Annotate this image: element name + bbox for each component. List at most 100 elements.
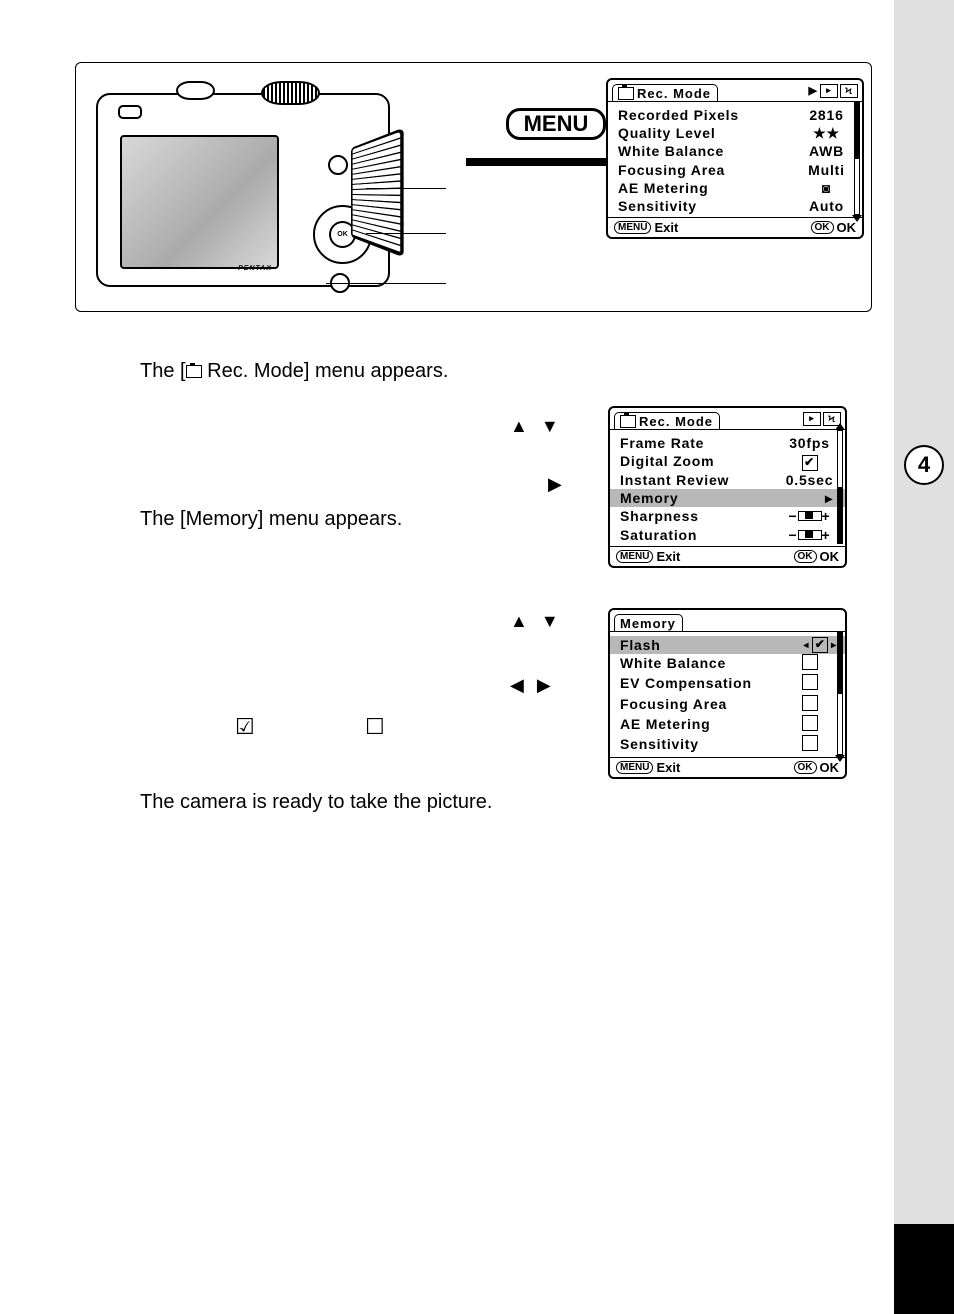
page-bottom-tab (894, 1224, 954, 1314)
lcd2-row5-label: Saturation (620, 526, 782, 544)
lcd3-tab: Memory (614, 614, 683, 631)
lcd3-header: Memory (610, 610, 845, 632)
callout-line-2 (366, 233, 446, 234)
lcd3-footer: MENU Exit OK OK (610, 757, 845, 777)
lcd1-row2-label: White Balance (618, 142, 799, 160)
lcd1-row5-label: Sensitivity (618, 197, 799, 215)
lcd1-exit-label: Exit (654, 220, 678, 235)
camera-icon (618, 87, 634, 100)
camera-body: PENTAX OK (96, 93, 390, 287)
box-icon (802, 735, 818, 751)
lcd2-row3-label: Memory (620, 489, 778, 507)
lcd-screen-1: Rec. Mode ▶ ▸ Ϟ Recorded Pixels2816 Qual… (606, 78, 864, 239)
up-down-arrows-2: ▲ ▼ (510, 611, 563, 632)
check-icon: ✔ (802, 455, 818, 471)
lcd2-menu-btn: MENU (616, 550, 653, 563)
top-illustration-box: PENTAX OK MENU Rec. Mode ▶ ▸ Ϟ (75, 62, 872, 312)
lcd1-row4-val: ◙ (799, 179, 854, 197)
play-icon: ▸ (820, 84, 838, 98)
text-line-1: The [ Rec. Mode] menu appears. (140, 356, 448, 386)
lcd2-row5-val: −+ (782, 526, 837, 544)
lcd3-row5-val (782, 735, 837, 755)
lcd1-row4-label: AE Metering (618, 179, 799, 197)
camera-small-button (118, 105, 142, 119)
lcd3-exit-label: Exit (656, 760, 680, 775)
camera-icon (620, 415, 636, 428)
lcd1-row3-val: Multi (799, 161, 854, 179)
lcd2-exit-label: Exit (656, 549, 680, 564)
lcd2-row1-label: Digital Zoom (620, 452, 782, 471)
lcd2-row4-label: Sharpness (620, 507, 782, 525)
lcd3-row5-label: Sensitivity (620, 735, 782, 755)
lcd2-row4-val: −+ (782, 507, 837, 525)
lcd3-row3-val (782, 695, 837, 715)
lcd3-row3-label: Focusing Area (620, 695, 782, 715)
setup-icon: Ϟ (840, 84, 858, 98)
lcd2-row0-val: 30fps (782, 434, 837, 452)
lcd1-footer: MENU Exit OK OK (608, 217, 862, 237)
lcd3-scrollbar (837, 632, 843, 755)
menu-button-graphic: MENU (506, 108, 606, 140)
lcd-screen-3: Memory Flash◂✔▸ White Balance EV Compens… (608, 608, 847, 779)
lcd3-row2-label: EV Compensation (620, 674, 782, 694)
lcd2-row2-label: Instant Review (620, 471, 782, 489)
callout-line-3 (326, 283, 446, 284)
text-line-2: The [Memory] menu appears. (140, 504, 402, 534)
slider-icon: −+ (789, 507, 831, 525)
inline-unchecked-icon: ☐ (365, 710, 385, 743)
lcd3-body: Flash◂✔▸ White Balance EV Compensation F… (610, 632, 845, 757)
box-icon (802, 695, 818, 711)
lcd1-row1-label: Quality Level (618, 124, 799, 142)
lcd1-ok-label: OK (837, 220, 857, 235)
arrow-right-icon (466, 158, 616, 166)
lcd1-tab: Rec. Mode (612, 84, 718, 101)
box-icon (802, 654, 818, 670)
camera-sketch: PENTAX OK (86, 73, 406, 293)
lcd1-tab-icons: ▶ ▸ Ϟ (809, 84, 858, 98)
play-icon: ▸ (803, 412, 821, 426)
lcd2-row3-val: ▸ (778, 489, 837, 507)
lcd1-row1-val: ★★ (799, 124, 854, 142)
lcd1-body: Recorded Pixels2816 Quality Level★★ Whit… (608, 102, 862, 217)
lcd2-scrollbar (837, 430, 843, 544)
camera-icon-inline (186, 365, 202, 378)
lcd3-ok-label: OK (820, 760, 840, 775)
box-icon (802, 715, 818, 731)
lcd3-menu-btn: MENU (616, 761, 653, 774)
lcd2-row1-val: ✔ (782, 452, 837, 471)
up-down-arrows-1: ▲ ▼ (510, 416, 563, 437)
lcd1-row0-label: Recorded Pixels (618, 106, 799, 124)
box-icon (802, 674, 818, 690)
camera-top-right-button (328, 155, 348, 175)
camera-zoom-dial (261, 81, 320, 105)
section-badge: 4 (904, 445, 944, 485)
lcd1-row2-val: AWB (799, 142, 854, 160)
lcd2-ok-label: OK (820, 549, 840, 564)
camera-brand-label: PENTAX (237, 265, 272, 272)
text-line-3: The camera is ready to take the picture. (140, 787, 492, 817)
lcd3-row0-val: ◂✔▸ (782, 636, 837, 654)
lcd1-row0-val: 2816 (799, 106, 854, 124)
lcd3-row2-val (782, 674, 837, 694)
lcd2-tab: Rec. Mode (614, 412, 720, 429)
lcd-screen-2: Rec. Mode ▸ Ϟ Frame Rate30fps Digital Zo… (608, 406, 847, 568)
lcd3-row1-label: White Balance (620, 654, 782, 674)
lcd3-row4-label: AE Metering (620, 715, 782, 735)
camera-shutter (176, 81, 215, 100)
lcd2-footer: MENU Exit OK OK (610, 546, 845, 566)
lcd2-title: Rec. Mode (639, 414, 713, 429)
lcd3-row0-label: Flash (620, 636, 782, 654)
lcd3-title: Memory (620, 616, 676, 631)
inline-checked-icon: ☑ (235, 710, 255, 743)
lcd2-row0-label: Frame Rate (620, 434, 782, 452)
lcd3-row1-val (782, 654, 837, 674)
lcd2-header: Rec. Mode ▸ Ϟ (610, 408, 845, 430)
camera-port-flap (351, 127, 404, 257)
lcd1-header: Rec. Mode ▶ ▸ Ϟ (608, 80, 862, 102)
check-icon: ✔ (812, 637, 828, 653)
lcd3-ok-btn: OK (794, 761, 817, 774)
lcd1-scrollbar (854, 102, 860, 215)
lcd1-title: Rec. Mode (637, 86, 711, 101)
lcd1-menu-btn: MENU (614, 221, 651, 234)
lcd1-ok-btn: OK (811, 221, 834, 234)
